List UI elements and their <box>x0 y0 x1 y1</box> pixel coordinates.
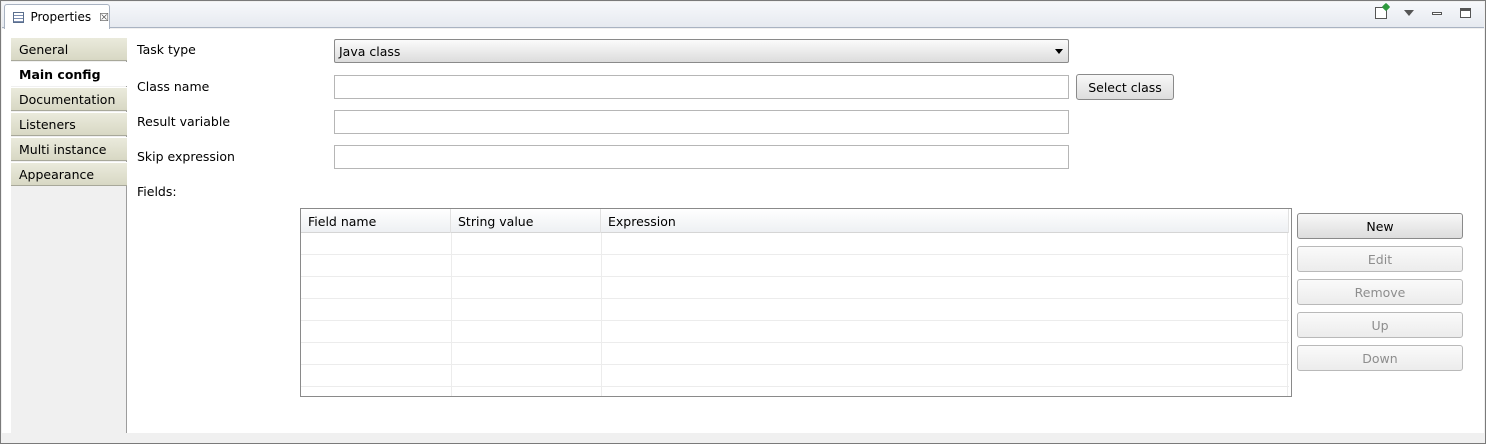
minimize-button[interactable] <box>1430 6 1444 20</box>
properties-tab-label: Properties <box>30 10 92 24</box>
class-name-label: Class name <box>137 79 210 94</box>
new-field-button[interactable]: New <box>1297 213 1463 239</box>
table-row[interactable] <box>301 277 1289 299</box>
properties-content: General Main config Documentation Listen… <box>2 29 1484 433</box>
properties-view: Properties ☒ General Main config Documen… <box>0 0 1486 444</box>
class-name-input[interactable] <box>334 75 1069 99</box>
pin-view-button[interactable] <box>1374 6 1388 20</box>
view-menu-button[interactable] <box>1402 6 1416 20</box>
task-type-value: Java class <box>339 43 401 59</box>
properties-icon <box>13 11 25 23</box>
fields-table-header: Field name String value Expression <box>301 209 1289 233</box>
fields-table[interactable]: Field name String value Expression <box>300 208 1292 397</box>
column-divider <box>451 233 452 396</box>
column-header-string-value[interactable]: String value <box>451 209 601 233</box>
skip-expression-input[interactable] <box>334 145 1069 169</box>
result-variable-label: Result variable <box>137 114 231 129</box>
sidebar-item-general[interactable]: General <box>11 37 127 61</box>
table-row[interactable] <box>301 343 1289 365</box>
edit-field-button[interactable]: Edit <box>1297 246 1463 272</box>
minimize-icon <box>1432 11 1442 15</box>
chevron-down-icon <box>1404 10 1414 16</box>
sidebar-item-multi-instance[interactable]: Multi instance <box>11 137 127 161</box>
sidebar-item-documentation[interactable]: Documentation <box>11 87 127 111</box>
pin-icon <box>1375 7 1387 19</box>
sidebar-item-appearance[interactable]: Appearance <box>11 162 127 186</box>
column-divider <box>601 233 602 396</box>
task-type-label: Task type <box>137 42 196 57</box>
task-type-select[interactable]: Java class <box>334 39 1069 63</box>
column-header-expression[interactable]: Expression <box>601 209 1289 233</box>
result-variable-input[interactable] <box>334 110 1069 134</box>
table-row[interactable] <box>301 255 1289 277</box>
table-row[interactable] <box>301 299 1289 321</box>
properties-tab[interactable]: Properties ☒ <box>4 4 110 29</box>
column-header-field-name[interactable]: Field name <box>301 209 451 233</box>
view-toolbar <box>1374 6 1472 20</box>
sidebar-item-main-config[interactable]: Main config <box>11 62 127 86</box>
table-row[interactable] <box>301 233 1289 255</box>
table-row[interactable] <box>301 365 1289 387</box>
view-tab-bar: Properties ☒ <box>2 2 1484 29</box>
sidebar-item-listeners[interactable]: Listeners <box>11 112 127 136</box>
maximize-icon <box>1459 8 1471 18</box>
fields-label: Fields: <box>137 184 177 199</box>
properties-sidebar: General Main config Documentation Listen… <box>11 37 127 433</box>
move-up-button[interactable]: Up <box>1297 312 1463 338</box>
column-divider <box>1287 233 1288 396</box>
table-row[interactable] <box>301 321 1289 343</box>
close-icon[interactable]: ☒ <box>99 11 109 24</box>
select-class-button[interactable]: Select class <box>1076 74 1174 100</box>
skip-expression-label: Skip expression <box>137 149 235 164</box>
move-down-button[interactable]: Down <box>1297 345 1463 371</box>
maximize-button[interactable] <box>1458 6 1472 20</box>
dropdown-arrow-icon <box>1055 49 1063 54</box>
remove-field-button[interactable]: Remove <box>1297 279 1463 305</box>
